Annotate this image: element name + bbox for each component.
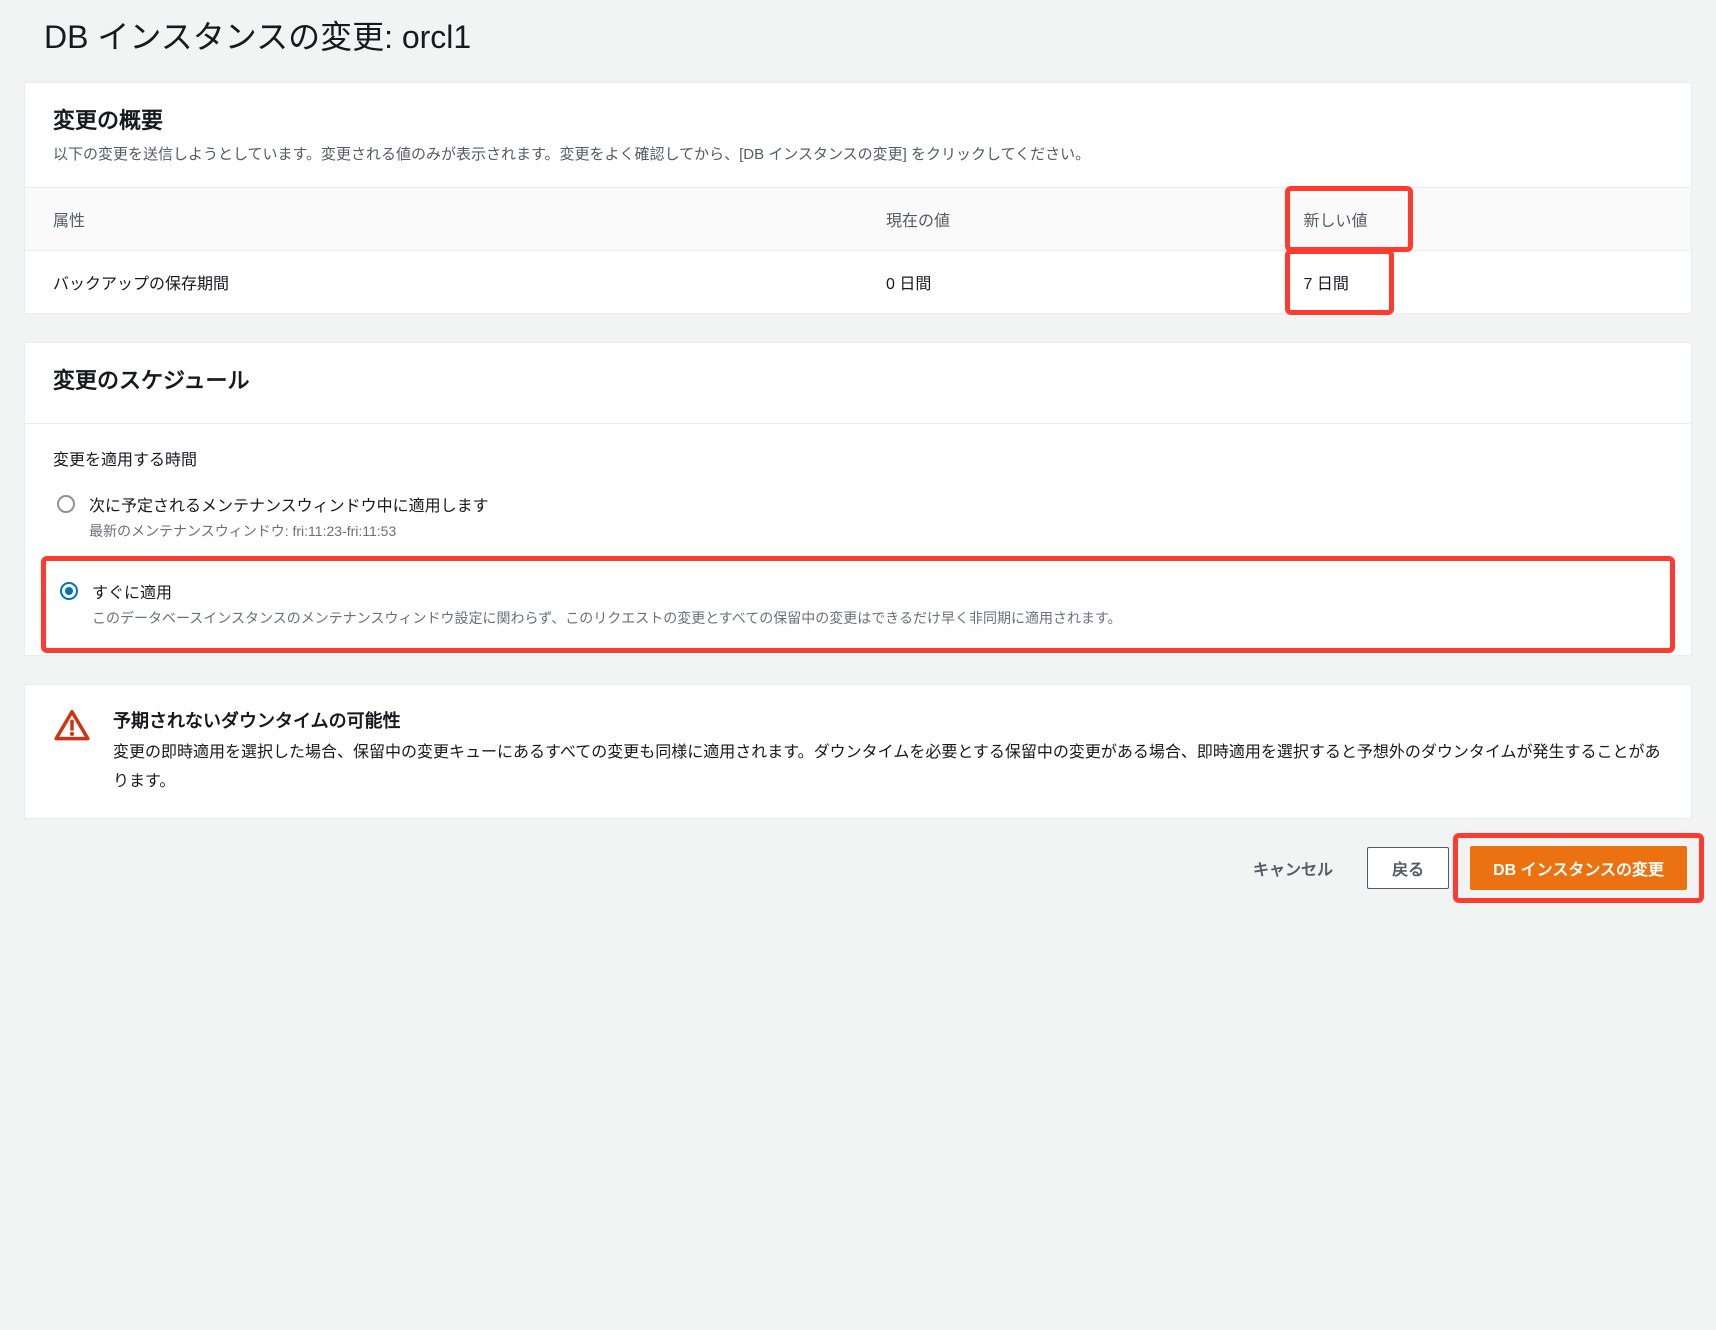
table-row: バックアップの保存期間 0 日間 7 日間 (25, 251, 1691, 314)
col-new-value: 新しい値 (1275, 188, 1692, 251)
apply-time-radio-group: 次に予定されるメンテナンスウィンドウ中に適用します 最新のメンテナンスウィンドウ… (53, 484, 1663, 649)
radio-label-immediate[interactable]: すぐに適用 (92, 579, 1656, 603)
modify-db-instance-button[interactable]: DB インスタンスの変更 (1470, 846, 1687, 890)
warning-icon (53, 707, 91, 745)
summary-table: 属性 現在の値 新しい値 バックアップの保存期間 0 日間 7 日間 (25, 187, 1691, 313)
cancel-button[interactable]: キャンセル (1235, 846, 1351, 890)
radio-help-immediate: このデータベースインスタンスのメンテナンスウィンドウ設定に関わらず、このリクエス… (92, 607, 1656, 629)
summary-description: 以下の変更を送信しようとしています。変更される値のみが表示されます。変更をよく確… (53, 143, 1663, 167)
radio-option-immediate[interactable]: すぐに適用 このデータベースインスタンスのメンテナンスウィンドウ設定に関わらず、… (56, 571, 1660, 637)
col-attribute: 属性 (25, 188, 858, 251)
cell-attribute: バックアップの保存期間 (25, 251, 858, 314)
back-button[interactable]: 戻る (1367, 847, 1449, 889)
page-title: DB インスタンスの変更: orcl1 (20, 0, 1696, 82)
radio-icon[interactable] (57, 495, 75, 513)
summary-title: 変更の概要 (53, 103, 1663, 135)
new-value-header-highlight: 新しい値 (1285, 186, 1413, 252)
schedule-title: 変更のスケジュール (53, 363, 1663, 395)
cell-current-value: 0 日間 (858, 251, 1275, 314)
summary-panel: 変更の概要 以下の変更を送信しようとしています。変更される値のみが表示されます。… (24, 82, 1692, 314)
action-bar: キャンセル 戻る DB インスタンスの変更 (20, 841, 1696, 895)
radio-icon[interactable] (60, 582, 78, 600)
schedule-panel: 変更のスケジュール 変更を適用する時間 次に予定されるメンテナンスウィンドウ中に… (24, 342, 1692, 656)
radio-label-maintenance[interactable]: 次に予定されるメンテナンスウィンドウ中に適用します (89, 492, 1659, 516)
downtime-warning-alert: 予期されないダウンタイムの可能性 変更の即時適用を選択した場合、保留中の変更キュ… (24, 684, 1692, 820)
cell-new-value: 7 日間 (1275, 251, 1692, 314)
new-value-cell-highlight: 7 日間 (1285, 249, 1394, 315)
alert-text: 変更の即時適用を選択した場合、保留中の変更キューにあるすべての変更も同様に適用さ… (113, 739, 1663, 797)
radio-option-maintenance-window[interactable]: 次に予定されるメンテナンスウィンドウ中に適用します 最新のメンテナンスウィンドウ… (53, 484, 1663, 550)
radio-option-immediate-highlight: すぐに適用 このデータベースインスタンスのメンテナンスウィンドウ設定に関わらず、… (41, 556, 1675, 652)
radio-help-maintenance: 最新のメンテナンスウィンドウ: fri:11:23-fri:11:53 (89, 520, 1659, 542)
submit-highlight: DB インスタンスの変更 (1453, 833, 1704, 903)
alert-title: 予期されないダウンタイムの可能性 (113, 707, 1663, 733)
col-current-value: 現在の値 (858, 188, 1275, 251)
apply-time-label: 変更を適用する時間 (53, 446, 1663, 470)
